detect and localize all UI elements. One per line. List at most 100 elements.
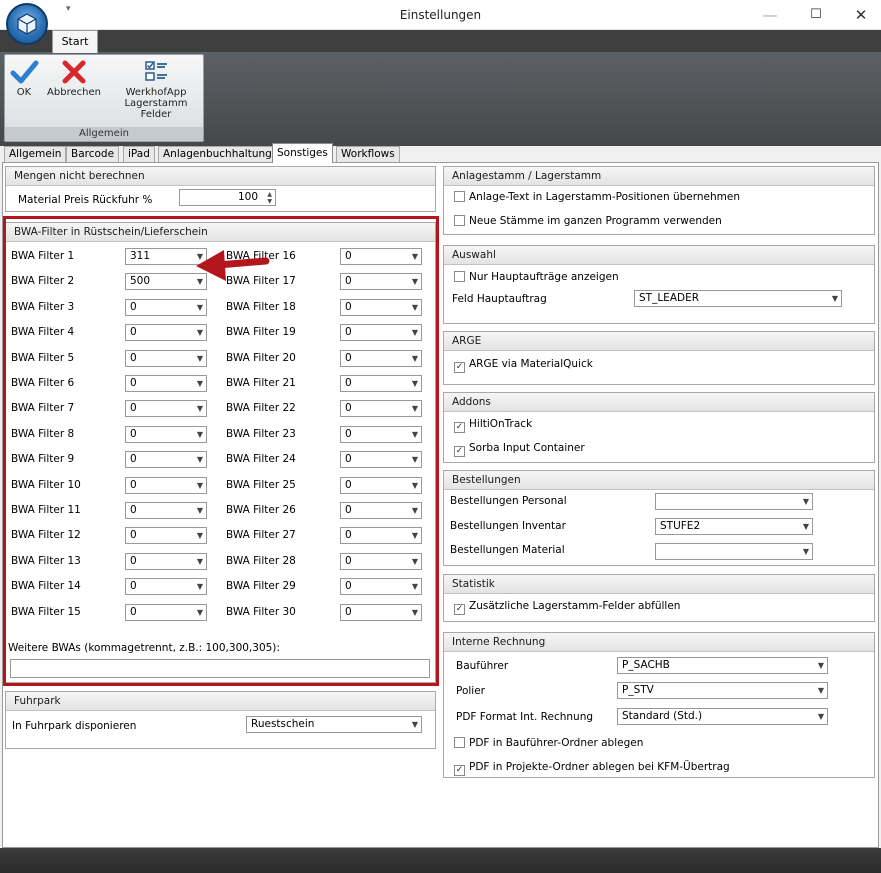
chevron-down-icon[interactable]: ▼: [818, 709, 824, 724]
bwa-filter-dropdown[interactable]: 0 ▼: [340, 248, 422, 265]
chevron-down-icon[interactable]: ▼: [412, 478, 418, 493]
chevron-down-icon[interactable]: ▼: [412, 503, 418, 518]
chevron-down-icon[interactable]: ▼: [803, 519, 809, 534]
bwa-filter-dropdown[interactable]: 0 ▼: [125, 451, 207, 469]
bwa-filter-dropdown[interactable]: 0 ▼: [125, 502, 207, 519]
tab-sonstiges[interactable]: Sonstiges: [272, 143, 333, 163]
chevron-down-icon[interactable]: ▼: [803, 494, 809, 509]
ribbon-tab-start[interactable]: Start: [52, 30, 98, 53]
checkbox-checked-icon[interactable]: ✓: [454, 422, 465, 433]
fuhrpark-dropdown[interactable]: Ruestschein ▼: [246, 716, 422, 733]
checkbox-box[interactable]: [454, 737, 465, 748]
polier-dropdown[interactable]: P_STV ▼: [617, 682, 828, 699]
minimize-button[interactable]: —: [752, 0, 788, 30]
bwa-filter-dropdown[interactable]: 0 ▼: [340, 502, 422, 519]
spinner-arrows-icon[interactable]: ▲ ▼: [267, 191, 272, 205]
app-menu-button[interactable]: [6, 3, 48, 45]
checkbox-checked-icon[interactable]: ✓: [454, 765, 465, 776]
bestellungen-personal-dropdown[interactable]: ▼: [655, 493, 813, 510]
chevron-down-icon[interactable]: ▼: [803, 544, 809, 559]
bwa-filter-dropdown[interactable]: 0 ▼: [125, 375, 207, 392]
bwa-filter-dropdown[interactable]: 0 ▼: [340, 400, 422, 418]
bwa-filter-dropdown[interactable]: 0 ▼: [125, 425, 207, 443]
maximize-button[interactable]: ☐: [798, 0, 834, 30]
chevron-down-icon[interactable]: ▼: [412, 427, 418, 442]
chevron-down-icon[interactable]: ▼: [197, 579, 203, 594]
bwa-filter-dropdown[interactable]: 0 ▼: [125, 603, 207, 621]
chevron-down-icon[interactable]: ▼: [197, 401, 203, 416]
chevron-down-icon[interactable]: ▼: [197, 300, 203, 315]
pdf-projekte-checkbox[interactable]: ✓ PDF in Projekte-Ordner ablegen bei KFM-…: [454, 761, 730, 776]
chevron-down-icon[interactable]: ▼: [197, 325, 203, 340]
bestellungen-material-dropdown[interactable]: ▼: [655, 543, 813, 560]
bwa-filter-dropdown[interactable]: 0 ▼: [340, 349, 422, 367]
checkbox-box[interactable]: [454, 191, 465, 202]
bwa-filter-dropdown[interactable]: 0 ▼: [340, 578, 422, 596]
chevron-down-icon[interactable]: ▼: [412, 717, 418, 732]
bwa-filter-dropdown[interactable]: 0 ▼: [340, 451, 422, 469]
werkhofapp-lagerstamm-felder-button[interactable]: WerkhofApp Lagerstamm Felder: [109, 57, 203, 120]
tab-barcode[interactable]: Barcode: [66, 146, 120, 162]
chevron-down-icon[interactable]: ▼: [197, 478, 203, 493]
bwa-filter-dropdown[interactable]: 0 ▼: [340, 527, 422, 545]
checkbox-box[interactable]: [454, 271, 465, 282]
bwa-filter-dropdown[interactable]: 0 ▼: [125, 400, 207, 418]
chevron-down-icon[interactable]: ▼: [832, 291, 838, 306]
chevron-down-icon[interactable]: ▼: [412, 579, 418, 594]
bwa-filter-dropdown[interactable]: 0 ▼: [125, 552, 207, 570]
chevron-down-icon[interactable]: ▼: [197, 528, 203, 543]
bestellungen-inventar-dropdown[interactable]: STUFE2 ▼: [655, 518, 813, 535]
chevron-down-icon[interactable]: ▼: [818, 658, 824, 673]
abbrechen-button[interactable]: Abbrechen: [45, 57, 103, 98]
chevron-down-icon[interactable]: ▼: [197, 605, 203, 620]
hiltiontrack-checkbox[interactable]: ✓ HiltiOnTrack: [454, 418, 532, 433]
bwa-filter-dropdown[interactable]: 0 ▼: [340, 476, 422, 494]
chevron-down-icon[interactable]: ▼: [197, 376, 203, 391]
neue-staemme-checkbox[interactable]: Neue Stämme im ganzen Programm verwenden: [454, 215, 722, 227]
bwa-filter-dropdown[interactable]: 0 ▼: [125, 349, 207, 367]
chevron-down-icon[interactable]: ▼: [412, 554, 418, 569]
checkbox-checked-icon[interactable]: ✓: [454, 604, 465, 615]
material-preis-spinner[interactable]: 100 ▲ ▼: [179, 189, 276, 206]
chevron-down-icon[interactable]: ▼: [197, 503, 203, 518]
bwa-filter-dropdown[interactable]: 0 ▼: [125, 324, 207, 342]
bwa-filter-dropdown[interactable]: 0 ▼: [340, 603, 422, 621]
sorba-checkbox[interactable]: ✓ Sorba Input Container: [454, 442, 585, 457]
checkbox-checked-icon[interactable]: ✓: [454, 446, 465, 457]
bwa-filter-dropdown[interactable]: 0 ▼: [125, 298, 207, 316]
tab-anlagenbuchhaltung[interactable]: Anlagenbuchhaltung: [158, 146, 277, 162]
quick-access-dropdown-icon[interactable]: ▾: [66, 4, 71, 14]
bwa-filter-dropdown[interactable]: 0 ▼: [125, 527, 207, 545]
chevron-down-icon[interactable]: ▼: [197, 554, 203, 569]
bwa-filter-dropdown[interactable]: 0 ▼: [340, 375, 422, 392]
bwa-filter-dropdown[interactable]: 0 ▼: [125, 578, 207, 596]
bwa-filter-dropdown[interactable]: 0 ▼: [340, 425, 422, 443]
weitere-bwas-input[interactable]: [10, 659, 430, 678]
chevron-down-icon[interactable]: ▼: [412, 249, 418, 264]
feld-hauptauftrag-dropdown[interactable]: ST_LEADER ▼: [634, 290, 842, 307]
chevron-down-icon[interactable]: ▼: [412, 274, 418, 289]
ok-button[interactable]: OK: [7, 57, 41, 98]
checkbox-box[interactable]: [454, 215, 465, 226]
nur-hauptauftraege-checkbox[interactable]: Nur Hauptaufträge anzeigen: [454, 271, 619, 283]
chevron-down-icon[interactable]: ▼: [412, 605, 418, 620]
chevron-down-icon[interactable]: ▼: [412, 376, 418, 391]
checkbox-checked-icon[interactable]: ✓: [454, 362, 465, 373]
bwa-filter-dropdown[interactable]: 0 ▼: [340, 273, 422, 291]
chevron-down-icon[interactable]: ▼: [197, 427, 203, 442]
pdf-format-dropdown[interactable]: Standard (Std.) ▼: [617, 708, 828, 725]
anlage-text-checkbox[interactable]: Anlage-Text in Lagerstamm-Positionen übe…: [454, 191, 740, 203]
tab-workflows[interactable]: Workflows: [336, 146, 400, 162]
chevron-down-icon[interactable]: ▼: [197, 351, 203, 366]
chevron-down-icon[interactable]: ▼: [197, 452, 203, 467]
bwa-filter-dropdown[interactable]: 0 ▼: [340, 298, 422, 316]
chevron-down-icon[interactable]: ▼: [412, 325, 418, 340]
tab-allgemein[interactable]: Allgemein: [4, 146, 67, 162]
chevron-down-icon[interactable]: ▼: [412, 528, 418, 543]
pdf-baufuehrer-checkbox[interactable]: PDF in Bauführer-Ordner ablegen: [454, 737, 643, 749]
baufuehrer-dropdown[interactable]: P_SACHB ▼: [617, 657, 828, 674]
chevron-down-icon[interactable]: ▼: [412, 401, 418, 416]
chevron-down-icon[interactable]: ▼: [412, 300, 418, 315]
tab-ipad[interactable]: iPad: [123, 146, 155, 162]
chevron-down-icon[interactable]: ▼: [412, 452, 418, 467]
